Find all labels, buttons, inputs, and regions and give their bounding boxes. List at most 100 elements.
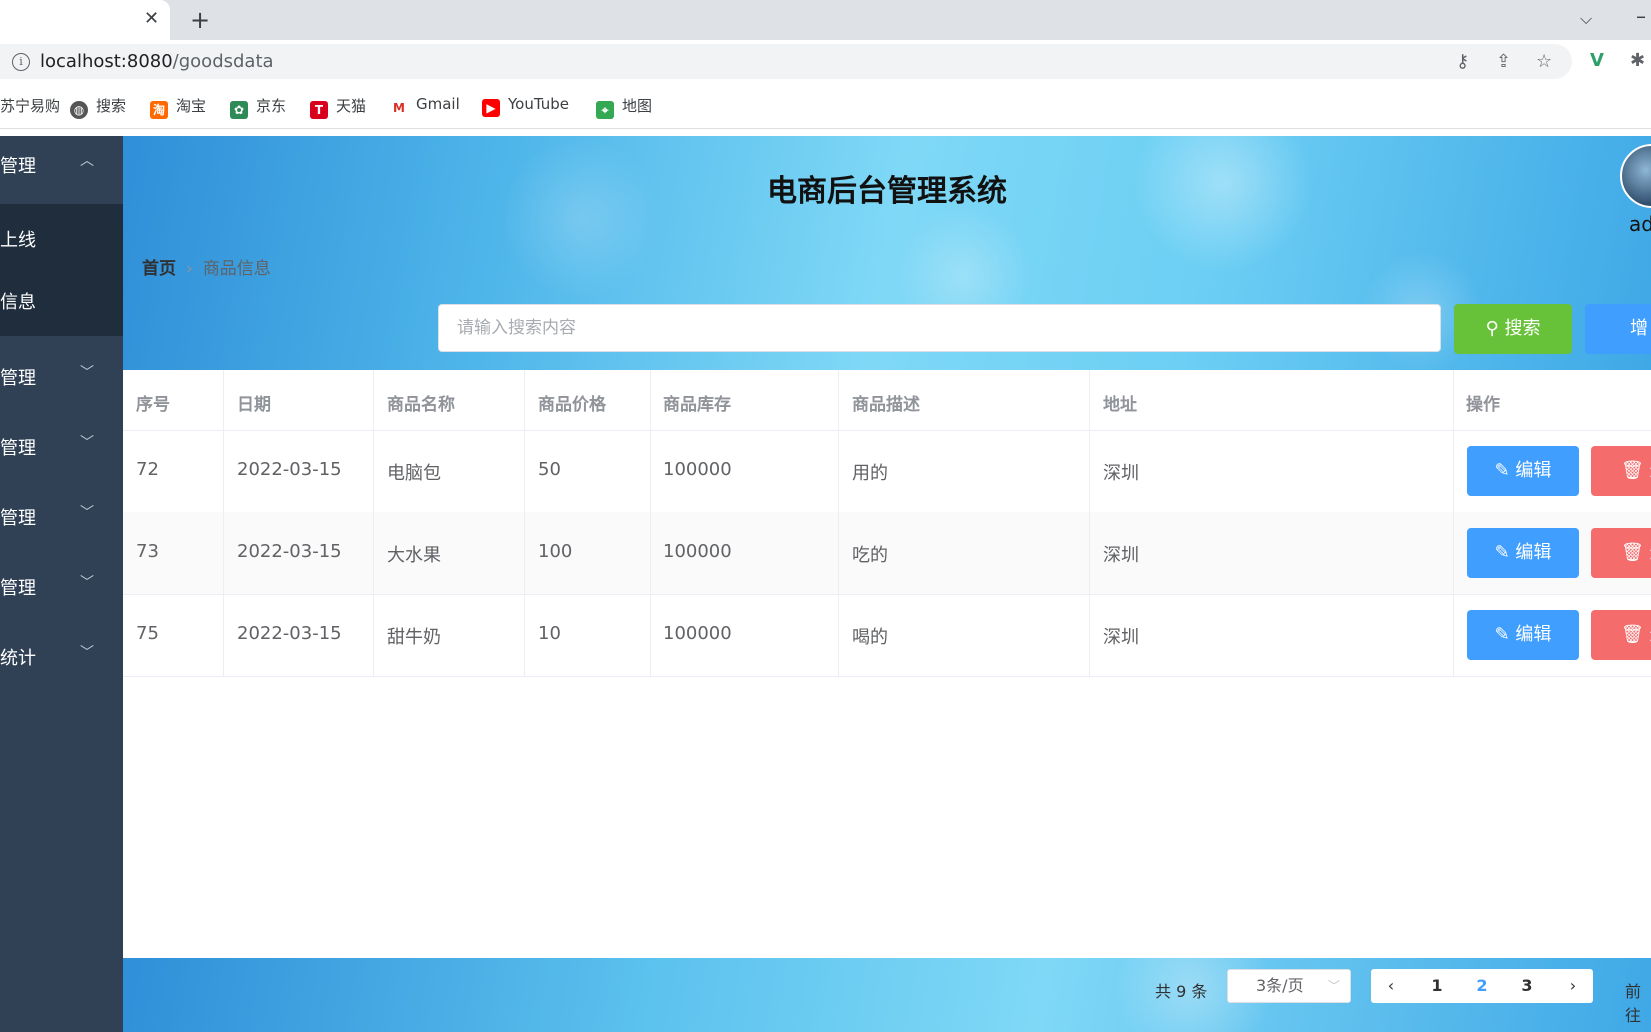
bookmark-tmall[interactable]: T 天猫 [310,95,366,119]
column-header: 地址 [1103,395,1137,415]
chevron-down-icon: ﹀ [80,365,94,381]
sidebar-menu-label: 管理 [0,156,36,177]
delete-button[interactable]: 🗑 删 [1591,528,1651,578]
browser-toolbar: i localhost:8080/goodsdata ⚷ ⇪ ☆ V ✱ [0,40,1651,82]
bookmark-search[interactable]: ◍ 搜索 [70,95,126,119]
table-row: 75 2022-03-15 甜牛奶 10 100000 喝的 深圳 ✎ 编辑 🗑… [123,594,1651,677]
edit-button[interactable]: ✎ 编辑 [1467,446,1579,496]
prev-page-icon[interactable]: ‹ [1371,969,1411,1003]
globe-icon: ◍ [70,101,88,119]
site-info-icon[interactable]: i [12,53,30,71]
sidebar-menu-3[interactable]: 管理 ﹀ [0,418,123,474]
sidebar-menu-1[interactable]: 管理 ︿ [0,136,123,192]
bookmarks-bar: 苏宁易购 ◍ 搜索 淘淘宝 ✿ 京东 T 天猫 M Gmail ▶ YouTube ⌖ 地图 [0,82,1651,129]
edit-button[interactable]: ✎ 编辑 [1467,610,1579,660]
bookmark-maps[interactable]: ⌖ 地图 [596,95,652,119]
jump-label: 前往 [1625,982,1642,1025]
column-header: 商品库存 [663,395,731,415]
vue-devtools-icon[interactable]: V [1590,50,1604,71]
cell-id: 73 [136,541,159,562]
cell-date: 2022-03-15 [237,541,342,562]
extensions-icon[interactable]: ✱ [1630,50,1645,71]
edit-label: 编辑 [1515,542,1552,563]
bookmark-star-icon[interactable]: ☆ [1536,51,1552,72]
sidebar-submenu: 上线 信息 [0,204,123,336]
search-icon: ⚲ [1485,318,1499,339]
minimize-icon[interactable]: – [1636,4,1646,28]
sidebar-menu-4[interactable]: 管理 ﹀ [0,488,123,544]
sidebar-menu-5[interactable]: 管理 ﹀ [0,558,123,614]
maps-icon: ⌖ [596,101,614,119]
share-icon[interactable]: ⇪ [1496,51,1511,72]
column-header: 日期 [237,395,271,415]
tmall-icon: T [310,101,328,119]
total-count: 共 9 条 [1155,982,1208,1001]
cell-name: 甜牛奶 [387,627,441,648]
breadcrumb: 首页 › 商品信息 [142,254,271,279]
search-input[interactable] [438,304,1441,352]
page-title: 电商后台管理系统 [767,174,1007,209]
column-divider [1453,370,1454,676]
page-1[interactable]: 1 [1417,969,1457,1003]
cell-desc: 喝的 [852,627,888,648]
cell-stock: 100000 [663,459,732,480]
bookmark-gmail[interactable]: M Gmail [390,95,460,117]
add-button[interactable]: 增 [1585,304,1651,354]
sidebar-menu-label: 管理 [0,368,36,389]
cell-name: 电脑包 [387,463,441,484]
tab-search-chevron-icon[interactable]: ⌵ [1580,9,1592,29]
sidebar-subitem-online[interactable]: 上线 [0,208,123,268]
taobao-icon: 淘 [150,101,168,119]
sidebar-menu-statistics[interactable]: 统计 ﹀ [0,628,123,684]
jd-icon: ✿ [230,101,248,119]
edit-label: 编辑 [1515,460,1552,481]
delete-button[interactable]: 🗑 删 [1591,446,1651,496]
edit-label: 编辑 [1515,624,1552,645]
column-divider [223,370,224,676]
search-button[interactable]: ⚲ 搜索 [1454,304,1572,354]
chevron-up-icon: ︿ [80,153,94,169]
column-divider [373,370,374,676]
cell-id: 75 [136,623,159,644]
new-tab-icon[interactable]: + [190,6,210,34]
youtube-icon: ▶ [482,99,500,117]
column-header: 操作 [1466,395,1500,415]
pager: ‹ 1 2 3 › [1371,969,1593,1003]
table-header: 序号 日期 商品名称 商品价格 商品库存 商品描述 地址 操作 [123,370,1651,431]
sidebar-menu-2[interactable]: 管理 ﹀ [0,348,123,404]
cell-address: 深圳 [1103,463,1139,484]
sidebar-subitem-info[interactable]: 信息 [0,270,123,330]
delete-button[interactable]: 🗑 删 [1591,610,1651,660]
column-divider [650,370,651,676]
column-header: 商品名称 [387,395,455,415]
table-row: 72 2022-03-15 电脑包 50 100000 用的 深圳 ✎ 编辑 🗑… [123,430,1651,513]
trash-icon: 🗑 [1621,542,1644,563]
cell-stock: 100000 [663,541,732,562]
breadcrumb-home[interactable]: 首页 [142,259,176,279]
page-size-select[interactable]: 3条/页 ﹀ [1227,969,1351,1003]
cell-desc: 用的 [852,463,888,484]
cell-desc: 吃的 [852,545,888,566]
key-icon[interactable]: ⚷ [1456,51,1469,72]
column-header: 商品价格 [538,395,606,415]
page-2[interactable]: 2 [1462,969,1502,1003]
edit-button[interactable]: ✎ 编辑 [1467,528,1579,578]
next-page-icon[interactable]: › [1553,969,1593,1003]
trash-icon: 🗑 [1621,624,1644,645]
chevron-down-icon: ﹀ [80,435,94,451]
bookmark-taobao[interactable]: 淘淘宝 [150,95,206,119]
url-text[interactable]: localhost:8080/goodsdata [40,51,274,72]
bookmark-suning[interactable]: 苏宁易购 [0,95,60,116]
edit-icon: ✎ [1494,460,1510,481]
close-tab-icon[interactable]: ✕ [144,8,159,29]
cell-price: 10 [538,623,561,644]
username[interactable]: ad [1629,212,1651,236]
chevron-right-icon: › [186,259,193,279]
address-bar[interactable]: i localhost:8080/goodsdata ⚷ ⇪ ☆ [0,44,1572,79]
bookmark-youtube[interactable]: ▶ YouTube [482,95,569,117]
bookmark-jd[interactable]: ✿ 京东 [230,95,286,119]
cell-address: 深圳 [1103,545,1139,566]
page-3[interactable]: 3 [1507,969,1547,1003]
browser-tab[interactable]: ✕ [0,0,170,40]
footer-pagination-bar: 共 9 条 3条/页 ﹀ ‹ 1 2 3 › 前往 [123,958,1651,1032]
